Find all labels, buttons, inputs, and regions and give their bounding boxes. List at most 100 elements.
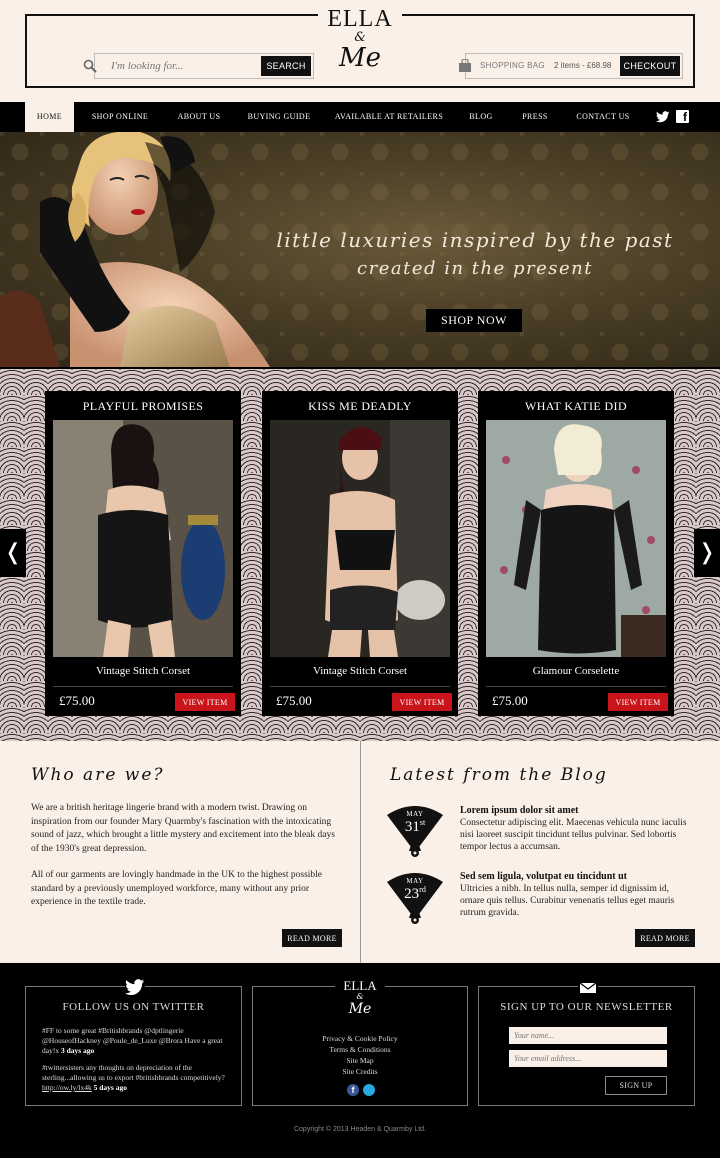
product-name[interactable]: Glamour Corselette [478,665,674,677]
search-button[interactable]: SEARCH [261,56,311,76]
blog-heading: Latest from the Blog [390,765,608,785]
footer-link-credits[interactable]: Site Credits [253,1067,467,1076]
blog-date-day: 23rd [385,885,445,903]
shopping-bag-icon [459,59,471,72]
blog-date-badge: MAY 31st [385,801,445,857]
who-paragraph-1: We are a british heritage lingerie brand… [31,803,335,854]
blog-read-more-button[interactable]: READ MORE [635,929,695,947]
shop-now-button[interactable]: SHOP NOW [426,309,522,332]
twitter-icon[interactable] [656,111,670,123]
footer-links-box: ELLA & Me Privacy & Cookie Policy Terms … [252,979,468,1106]
view-item-button[interactable]: VIEW ITEM [608,693,668,711]
view-item-button[interactable]: VIEW ITEM [392,693,452,711]
search-bar: SEARCH [83,53,314,79]
product-card: WHAT KATIE DID Glamour Corselette £75.00… [478,391,674,716]
newsletter-name-input[interactable] [509,1027,667,1044]
facebook-icon[interactable]: f [347,1084,359,1096]
newsletter-box: SIGN UP TO OUR NEWSLETTER SIGN UP [478,979,695,1106]
blog-post-excerpt: Ultricies a nibh. In tellus nulla, sempe… [460,884,675,918]
content-section: Who are we? We are a british heritage li… [0,741,720,963]
product-card: KISS ME DEADLY Vintage Stitch Corset £75… [262,391,458,716]
nav-item-home[interactable]: HOME [25,102,74,132]
tweet-2-time: 5 days ago [93,1083,127,1092]
tweet-1-time: 3 days ago [60,1046,95,1055]
nav-item-press[interactable]: PRESS [512,102,558,132]
brand-logo[interactable]: ELLA & Me [318,6,402,86]
who-read-more-button[interactable]: READ MORE [282,929,342,947]
nav-item-buying-guide[interactable]: BUYING GUIDE [240,102,318,132]
footer-link-sitemap[interactable]: Site Map [253,1056,467,1065]
twitter-icon[interactable] [125,979,145,996]
product-name[interactable]: Vintage Stitch Corset [45,665,241,677]
footer-link-terms[interactable]: Terms & Conditions [253,1045,467,1054]
shopping-bag-bar: SHOPPING BAG 2 items - £68.98 CHECKOUT [459,53,683,79]
blog-post-title[interactable]: Sed sem ligula, volutpat eu tincidunt ut [460,871,627,882]
product-card: PLAYFUL PROMISES Vintage Stitch Corset £… [45,391,241,716]
product-divider [53,686,233,687]
twitter-box: FOLLOW US ON TWITTER #FF to some great #… [25,979,242,1106]
hero-tagline-2: created in the present [357,258,593,279]
blog-post-title[interactable]: Lorem ipsum dolor sit amet [460,805,579,816]
newsletter-heading: SIGN UP TO OUR NEWSLETTER [500,1001,673,1013]
site-header: SEARCH SHOPPING BAG 2 items - £68.98 CHE… [0,0,720,102]
nav-item-shop-online[interactable]: SHOP ONLINE [82,102,158,132]
nav-item-retailers[interactable]: AVAILABLE AT RETAILERS [330,102,448,132]
blog-date-suffix: rd [419,885,426,894]
blog-date-day-number: 23 [404,886,420,902]
footer-logo-line1: ELLA [343,978,377,993]
column-divider [360,741,361,963]
tweet-1: #FF to some great #Britishbrands @dptlin… [42,1026,232,1056]
product-carousel: ❬ ❭ PLAYFUL PROMISES Vintage Stitch Cors… [0,369,720,741]
twitter-heading: FOLLOW US ON TWITTER [62,1001,205,1013]
newsletter-email-input[interactable] [509,1050,667,1067]
twitter-circle-icon[interactable] [363,1084,375,1096]
site-footer: FOLLOW US ON TWITTER #FF to some great #… [0,963,720,1158]
blog-date-day: 31st [385,818,445,836]
product-image[interactable] [486,420,666,657]
product-image[interactable] [270,420,450,657]
search-icon [83,59,97,73]
product-divider [270,686,450,687]
nav-item-blog[interactable]: BLOG [460,102,502,132]
shopping-bag-label[interactable]: SHOPPING BAG [480,61,545,70]
blog-date-month: MAY [406,810,424,818]
blog-date-month: MAY [406,877,424,885]
who-paragraph-2: All of our garments are lovingly handmad… [31,870,323,907]
carousel-prev-button[interactable]: ❬ [0,529,26,577]
who-are-we-heading: Who are we? [31,765,165,785]
logo-line3: Me [338,43,381,73]
footer-logo-line2: & [356,992,364,1001]
checkout-button[interactable]: CHECKOUT [620,56,680,76]
blog-date-suffix: st [419,818,426,827]
tweet-2-text: #twittersisters any thoughts on deprecia… [42,1063,225,1082]
tweet-2-link[interactable]: http://ow.ly/lx4k [42,1083,92,1092]
tweet-2: #twittersisters any thoughts on deprecia… [42,1063,232,1093]
product-collection[interactable]: KISS ME DEADLY [262,399,458,414]
view-item-button[interactable]: VIEW ITEM [175,693,235,711]
envelope-icon [578,979,598,995]
nav-item-contact-us[interactable]: CONTACT US [570,102,636,132]
copyright-text: Copyright © 2013 Headen & Quarmby Ltd. [293,1126,426,1133]
bag-item-count: 2 items - £68.98 [554,61,612,70]
nav-item-about-us[interactable]: ABOUT US [170,102,228,132]
logo-line1: ELLA [327,6,393,32]
product-collection[interactable]: WHAT KATIE DID [478,399,674,414]
facebook-icon[interactable]: f [676,110,689,124]
footer-link-privacy[interactable]: Privacy & Cookie Policy [253,1034,467,1043]
carousel-next-button[interactable]: ❭ [694,529,720,577]
newsletter-signup-button[interactable]: SIGN UP [605,1076,667,1095]
product-collection[interactable]: PLAYFUL PROMISES [45,399,241,414]
hero-banner: little luxuries inspired by the past cre… [0,132,720,367]
product-image[interactable] [53,420,233,657]
blog-date-day-number: 31 [404,819,420,835]
footer-logo-line3: Me [348,1001,372,1017]
product-divider [486,686,666,687]
main-nav: HOME SHOP ONLINE ABOUT US BUYING GUIDE A… [0,102,720,132]
footer-logo[interactable]: ELLA & Me [335,979,385,1023]
product-name[interactable]: Vintage Stitch Corset [262,665,458,677]
search-input[interactable] [111,58,261,74]
hero-tagline-1: little luxuries inspired by the past [276,228,674,252]
product-price: £75.00 [276,693,312,708]
blog-post-excerpt: Consectetur adipiscing elit. Maecenas ve… [460,818,687,852]
product-price: £75.00 [492,693,528,708]
